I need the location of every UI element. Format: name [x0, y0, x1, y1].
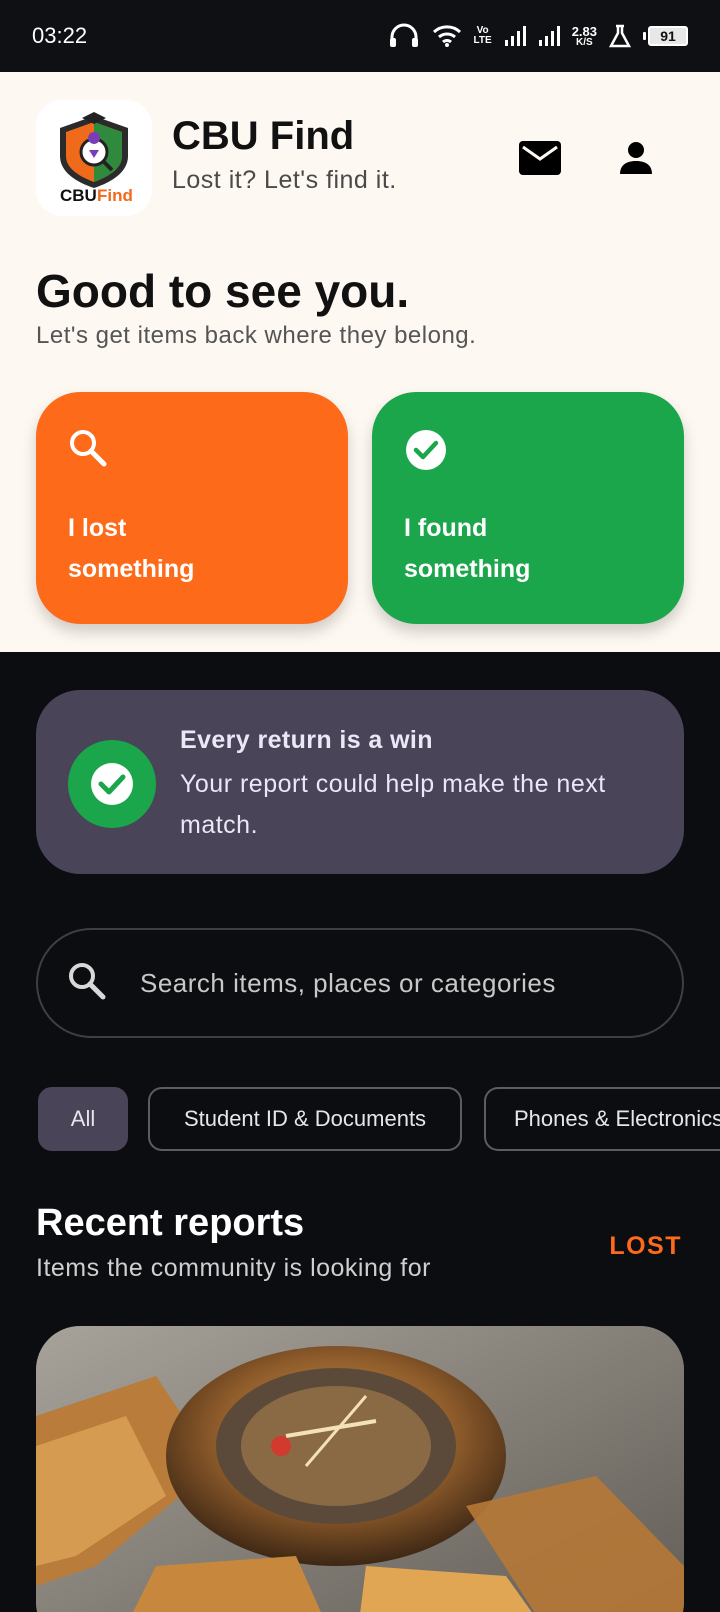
watch-photo [36, 1326, 684, 1612]
banner-title: Every return is a win [180, 726, 433, 754]
report-item-photo[interactable] [36, 1326, 684, 1612]
found-something-button[interactable]: I found something [372, 392, 684, 624]
signal-icon-2 [538, 26, 560, 46]
chip-all[interactable]: All [38, 1087, 128, 1151]
search-icon [70, 430, 107, 467]
info-banner: Every return is a win Your report could … [36, 690, 684, 874]
found-something-label: I found something [404, 514, 531, 583]
chip-phones-electronics[interactable]: Phones & Electronics [484, 1087, 720, 1151]
signal-icon [504, 26, 526, 46]
status-bar: 03:22 Vo LTE 2.83 K/S 91 [0, 0, 720, 72]
banner-text: Your report could help make the next mat… [180, 770, 606, 839]
app-tagline: Lost it? Let's find it. [172, 166, 397, 194]
app-logo: CBU Find [36, 100, 152, 216]
search-bar[interactable] [36, 928, 684, 1038]
status-time: 03:22 [32, 23, 88, 48]
greeting-title: Good to see you. [36, 265, 410, 317]
mail-icon [519, 141, 561, 175]
account-icon [620, 142, 652, 174]
recent-reports-title: Recent reports [36, 1202, 305, 1244]
greeting-subtitle: Let's get items back where they belong. [36, 322, 477, 349]
app-screen: 03:22 Vo LTE 2.83 K/S 91 CBU Find CBU Fi… [0, 0, 720, 1612]
svg-text:Find: Find [97, 186, 133, 205]
net-speed: 2.83 K/S [571, 23, 597, 48]
battery-indicator: 91 [643, 26, 688, 46]
profile-button[interactable] [608, 130, 664, 186]
banner-check-icon [68, 740, 156, 828]
status-icons: Vo LTE 2.83 K/S 91 [388, 23, 688, 49]
lost-filter-tag[interactable]: LOST [609, 1232, 682, 1261]
logo-shield-icon: CBU Find [60, 112, 133, 205]
volte-indicator: Vo LTE [473, 25, 492, 46]
category-chips: All Student ID & Documents Phones & Elec… [38, 1087, 720, 1151]
search-input[interactable] [140, 958, 660, 1008]
svg-text:CBU: CBU [60, 186, 97, 205]
app-title: CBU Find [172, 114, 355, 158]
check-circle-icon [406, 430, 446, 470]
headphones-icon [389, 23, 418, 47]
search-icon [69, 963, 106, 1000]
flask-icon [609, 24, 631, 48]
lost-something-button[interactable]: I lost something [36, 392, 348, 624]
recent-reports-subtitle: Items the community is looking for [36, 1254, 431, 1282]
header-section: CBU Find CBU Find Lost it? Let's find it… [0, 72, 720, 652]
chip-student-id-documents[interactable]: Student ID & Documents [148, 1087, 462, 1151]
lost-something-label: I lost something [68, 514, 195, 583]
wifi-icon [432, 25, 461, 47]
messages-button[interactable] [512, 130, 568, 186]
